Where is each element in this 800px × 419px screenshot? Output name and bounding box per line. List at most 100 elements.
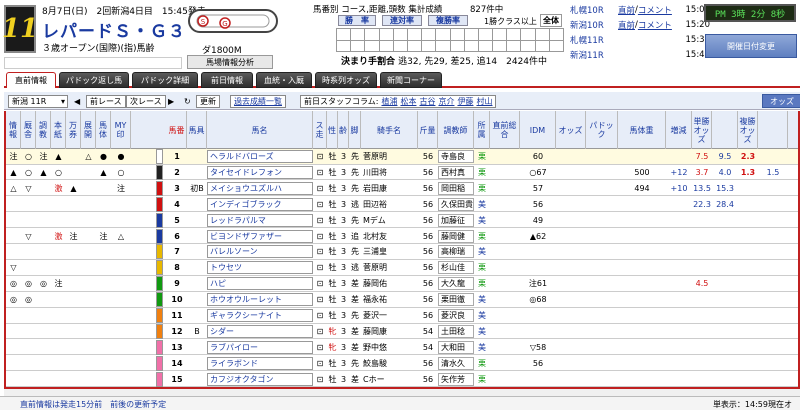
trainer-cell[interactable]: 清水久 bbox=[438, 356, 474, 370]
track-analysis-button[interactable]: 馬場情報分析 bbox=[187, 55, 273, 69]
horse-name[interactable]: レッドラパルマ bbox=[207, 213, 313, 227]
info-icon[interactable]: ⊡ bbox=[315, 372, 325, 387]
jockey-cell[interactable]: 田辺裕 bbox=[361, 197, 418, 212]
trainer-cell[interactable]: 大和田 bbox=[438, 340, 474, 354]
column-header[interactable]: IDM bbox=[520, 111, 556, 149]
horse-name[interactable]: カフジオクタゴン bbox=[207, 372, 313, 386]
info-icon[interactable]: ⊡ bbox=[315, 197, 325, 212]
column-header[interactable]: 調教師 bbox=[438, 111, 474, 149]
info-icon[interactable]: ⊡ bbox=[315, 340, 325, 355]
column-header[interactable]: 脚 bbox=[349, 111, 361, 149]
jockey-cell[interactable]: 菅原明 bbox=[361, 260, 418, 275]
next-arrow-icon[interactable]: ▶ bbox=[168, 95, 174, 108]
horse-name[interactable]: ギャラクシーナイト bbox=[207, 309, 313, 322]
schedule-row[interactable]: 新潟10R 直前 / コメント 15:20 bbox=[570, 18, 710, 31]
column-header[interactable]: オッズ bbox=[556, 111, 586, 149]
trainer-cell[interactable]: 矢作芳 bbox=[438, 372, 474, 386]
horse-name[interactable]: ビヨンドザファザー bbox=[207, 229, 313, 243]
tab-odds-timeline[interactable]: 時系列オッズ bbox=[315, 72, 377, 88]
trainer-cell[interactable]: 大久龍 bbox=[438, 277, 474, 291]
trainer-cell[interactable]: 岡田稲 bbox=[438, 181, 474, 195]
jockey-cell[interactable]: 野中悠 bbox=[361, 340, 418, 355]
info-icon[interactable]: ⊡ bbox=[315, 292, 325, 307]
trainer-cell[interactable]: 栗田徹 bbox=[438, 293, 474, 307]
jockey-cell[interactable]: 岩田康 bbox=[361, 181, 418, 196]
jockey-cell[interactable]: 鮫島駿 bbox=[361, 356, 418, 371]
column-header[interactable]: 馬体 bbox=[96, 111, 111, 149]
horse-name[interactable]: メイショウユズルハ bbox=[207, 181, 313, 195]
race-select[interactable]: 新潟 11R ▾ bbox=[8, 95, 68, 108]
trainer-cell[interactable]: 加藤征 bbox=[438, 213, 474, 227]
column-header[interactable]: 万券 bbox=[66, 111, 81, 149]
jockey-cell[interactable]: Mデム bbox=[361, 213, 418, 228]
table-row[interactable]: 12 B シダー 牝 3 差藤岡康 54 土田稔美 ⊡ bbox=[6, 323, 798, 340]
trainer-cell[interactable]: 寺島良 bbox=[438, 150, 474, 163]
column-header[interactable]: 馬具 bbox=[187, 111, 207, 149]
tab-paddock-warmup[interactable]: パドック返し馬 bbox=[59, 72, 129, 88]
table-row[interactable]: ▲ ○ ▲ ○ ▲ ○ 2 タイセイドレフォン 牡 3 先川田将 56 西村真栗 ○67 500 +12 3.7… bbox=[6, 164, 798, 181]
jockey-cell[interactable]: 北村友 bbox=[361, 229, 418, 244]
staff-link[interactable]: 伊藤 bbox=[457, 96, 473, 107]
column-header[interactable]: 展開 bbox=[81, 111, 96, 149]
schedule-row[interactable]: 札幌10R 直前 / コメント 15:01 bbox=[570, 3, 710, 16]
tab-pedigree[interactable]: 血統・入厩 bbox=[256, 72, 312, 88]
table-row[interactable]: ▽ 8 トウセツ 牡 3 逃菅原明 56 杉山佳栗 ⊡ bbox=[6, 260, 798, 276]
schedule-latest-link[interactable]: 直前 bbox=[618, 19, 635, 31]
table-row[interactable]: ◎ ◎ 10 ホウオウルーレット 牡 3 差福永祐 56 栗田徹美 ◎68 ⊡ bbox=[6, 292, 798, 308]
column-header[interactable]: 調教 bbox=[36, 111, 51, 149]
column-header[interactable]: 情報 bbox=[6, 111, 21, 149]
jockey-cell[interactable]: Cホー bbox=[361, 372, 418, 387]
change-date-button[interactable]: 開催日付変更 bbox=[705, 34, 797, 58]
horse-name[interactable]: ハピ bbox=[207, 277, 313, 291]
column-header[interactable]: 斤量 bbox=[418, 111, 438, 149]
column-header[interactable]: 騎手名 bbox=[361, 111, 418, 149]
trainer-cell[interactable]: 菱沢良 bbox=[438, 309, 474, 322]
column-header[interactable]: 馬名 bbox=[207, 111, 313, 149]
update-button[interactable]: 更新 bbox=[196, 95, 220, 108]
table-row[interactable]: ▽ 激注注 △ 6 ビヨンドザファザー牡 3 追北村友 56 藤岡健栗 ▲62 ⊡ bbox=[6, 228, 798, 244]
horse-name[interactable]: ライラボンド bbox=[207, 356, 313, 370]
table-row[interactable]: 注 ○ 注 ▲ △ ● ● 1 ヘラルドバローズ 牡 3 先菅原明 56 寺島良栗 60 7.5 9.5 2.3 ⊡ bbox=[6, 149, 798, 165]
staff-link[interactable]: 古谷 bbox=[419, 96, 435, 107]
column-header[interactable]: 馬体重 bbox=[618, 111, 666, 149]
staff-link[interactable]: 京介 bbox=[438, 96, 454, 107]
jockey-cell[interactable]: 川田将 bbox=[361, 165, 418, 180]
trainer-cell[interactable]: 久保田貴 bbox=[438, 197, 474, 211]
horse-name[interactable]: トウセツ bbox=[207, 261, 313, 275]
column-header[interactable]: 所属 bbox=[474, 111, 490, 149]
info-icon[interactable]: ⊡ bbox=[315, 260, 325, 275]
column-header[interactable]: 増減 bbox=[666, 111, 692, 149]
info-icon[interactable]: ⊡ bbox=[315, 149, 325, 164]
win-rate-tab[interactable]: 勝 率 bbox=[338, 15, 376, 26]
horse-name[interactable]: タイセイドレフォン bbox=[207, 165, 313, 179]
column-header[interactable]: 本紙 bbox=[51, 111, 66, 149]
table-row[interactable]: 14 ライラボンド 牡 3 先鮫島駿 56 清水久栗 56 ⊡ bbox=[6, 355, 798, 372]
horse-name[interactable]: ヘラルドバローズ bbox=[207, 150, 313, 163]
past-results-link[interactable]: 過去成績一覧 bbox=[230, 95, 286, 108]
column-header[interactable]: 性 bbox=[327, 111, 338, 149]
table-row[interactable]: 11 ギャラクシーナイト 牡 3 先菱沢一 56 菱沢良美 ⊡ bbox=[6, 308, 798, 324]
horse-name[interactable]: シダー bbox=[207, 324, 313, 338]
refresh-icon[interactable]: ↻ bbox=[184, 95, 191, 108]
next-race-button[interactable]: 次レース bbox=[126, 95, 166, 108]
all-button[interactable]: 全体 bbox=[540, 14, 562, 27]
trainer-cell[interactable]: 西村真 bbox=[438, 165, 474, 179]
jockey-cell[interactable]: 菱沢一 bbox=[361, 308, 418, 323]
prev-arrow-icon[interactable]: ◀ bbox=[74, 95, 80, 108]
horse-name[interactable]: インディゴブラック bbox=[207, 197, 313, 211]
info-icon[interactable]: ⊡ bbox=[315, 276, 325, 291]
column-header[interactable]: MY印 bbox=[111, 111, 131, 149]
table-row[interactable]: 5 レッドラパルマ 牡 3 先 Mデム 56 加藤征美 49 ⊡ bbox=[6, 212, 798, 229]
column-header[interactable]: 厩舎 bbox=[21, 111, 36, 149]
info-icon[interactable]: ⊡ bbox=[315, 165, 325, 180]
horse-name[interactable]: ホウオウルーレット bbox=[207, 293, 313, 307]
horse-name[interactable]: バレルソーン bbox=[207, 245, 313, 259]
jockey-cell[interactable]: 藤岡佑 bbox=[361, 276, 418, 291]
info-icon[interactable]: ⊡ bbox=[315, 324, 325, 339]
place-rate-tab[interactable]: 複勝率 bbox=[428, 15, 468, 26]
staff-link[interactable]: 植浦 bbox=[381, 96, 397, 107]
jockey-cell[interactable]: 菅原明 bbox=[361, 149, 418, 164]
column-header[interactable]: 直前総合 bbox=[490, 111, 520, 149]
column-header[interactable] bbox=[758, 111, 788, 149]
info-icon[interactable]: ⊡ bbox=[315, 308, 325, 323]
